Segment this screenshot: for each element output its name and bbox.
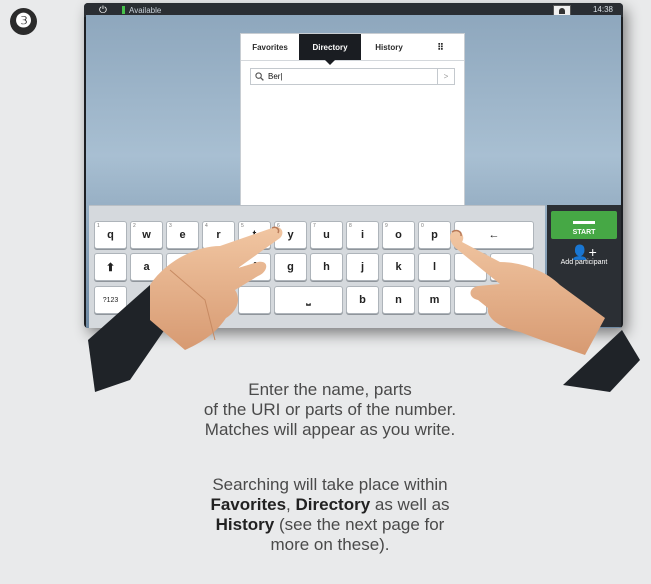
key-h[interactable]: h [310,253,343,281]
directory-tabs: Favorites Directory History ⠿ [241,34,464,65]
key-shift[interactable]: ⬆ [94,253,127,281]
key-blank-4[interactable] [454,286,487,314]
caption-line: Searching will take place within [212,475,448,494]
term-directory: Directory [295,495,371,514]
key-i[interactable]: 8i [346,221,379,249]
key-r[interactable]: 4r [202,221,235,249]
key-b[interactable]: b [346,286,379,314]
caption-line: Matches will appear as you write. [204,420,456,439]
key-u[interactable]: 7u [310,221,343,249]
touch-screen: Favorites Directory History ⠿ Ber| > 1q … [86,15,621,328]
key-d[interactable]: d [202,253,235,281]
device-touch-panel: ⏻ Available 14:38 Favorites Directory Hi… [84,3,623,328]
key-numbers-toggle[interactable]: ?123 [94,286,127,314]
key-blank-2[interactable] [490,253,534,281]
add-participant-icon: 👤+ [571,244,597,260]
key-y[interactable]: 6y [274,221,307,249]
add-participant-button[interactable]: 👤+ Add participant [551,245,617,285]
power-icon[interactable]: ⏻ [98,5,108,16]
key-m[interactable]: m [418,286,451,314]
instruction-paragraph-1: Enter the name, parts of the URI or part… [150,380,510,440]
caption-line: Enter the name, parts [248,380,412,399]
caption-line: Favorites, Directory as well as [150,495,510,515]
start-icon [573,221,595,224]
term-history: History [215,515,275,534]
term-favorites: Favorites [210,495,287,514]
caption-line: History (see the next page for [150,515,510,535]
keypad-grid-icon[interactable]: ⠿ [417,34,464,60]
key-k[interactable]: k [382,253,415,281]
caption-line: more on these). [270,535,390,554]
directory-panel: Favorites Directory History ⠿ Ber| > [240,33,465,225]
key-o[interactable]: 9o [382,221,415,249]
key-q[interactable]: 1q [94,221,127,249]
key-f[interactable]: f [238,253,271,281]
key-e[interactable]: 3e [166,221,199,249]
key-n[interactable]: n [382,286,415,314]
caption-text: (see the next page for [274,515,445,534]
caption-text: as well as [370,495,450,514]
key-s[interactable]: s [166,253,199,281]
key-blank-3[interactable] [238,286,271,314]
search-input[interactable]: Ber| > [250,68,455,85]
start-label: START [572,229,596,236]
start-button[interactable]: START [551,211,617,239]
key-blank-1[interactable] [454,253,487,281]
key-p[interactable]: 0p [418,221,451,249]
key-g[interactable]: g [274,253,307,281]
key-backspace[interactable]: ← [454,221,534,249]
caption-comma: , [286,495,291,514]
key-t[interactable]: 5t [238,221,271,249]
add-participant-label: Add participant [560,259,608,266]
key-l[interactable]: l [418,253,451,281]
call-side-panel: START 👤+ Add participant [547,205,621,327]
instruction-paragraph-2: Searching will take place within Favorit… [150,475,510,555]
tab-favorites[interactable]: Favorites [241,34,299,60]
search-value: Ber| [268,72,283,81]
onscreen-keyboard: 1q 2w 3e 4r 5t 6y 7u 8i 9o 0p ← ⬆ a s d … [89,205,545,328]
clock: 14:38 [592,5,613,14]
key-space[interactable]: ⎵ [274,286,343,314]
tab-history[interactable]: History [361,34,417,60]
key-j[interactable]: j [346,253,379,281]
chevron-right-icon[interactable]: > [437,69,454,84]
availability-indicator [122,6,125,14]
key-a[interactable]: a [130,253,163,281]
search-icon [255,72,264,81]
caption-line: of the URI or parts of the number. [203,400,457,419]
step-number-badge: ❸ [10,8,37,35]
tab-directory[interactable]: Directory [299,34,361,65]
key-w[interactable]: 2w [130,221,163,249]
availability-label[interactable]: Available [129,6,161,15]
